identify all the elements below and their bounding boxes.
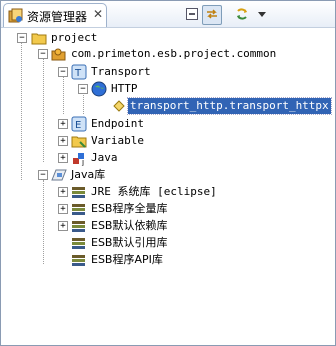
tree-node-esb-dep-lib[interactable]: + ESB默认依赖库: [1, 218, 335, 234]
tree-node-label: Endpoint: [91, 117, 144, 130]
java-icon: J: [71, 150, 87, 167]
expand-toggle[interactable]: +: [58, 204, 68, 214]
svg-text:J: J: [81, 159, 84, 166]
tree-node-label: ESB程序API库: [91, 253, 163, 266]
tree-node-http[interactable]: − HTTP: [1, 81, 335, 97]
link-with-editor-button[interactable]: [202, 5, 222, 25]
selected-node-label: transport_http.transport_httpx: [127, 97, 332, 115]
diamond-icon: [111, 98, 127, 114]
globe-icon: [91, 81, 107, 97]
sync-icon: [235, 7, 249, 24]
tree-node-label: com.primeton.esb.project.common: [71, 47, 277, 60]
view-menu-icon: [255, 7, 269, 24]
tree-node-package[interactable]: − com.primeton.esb.project.common: [1, 46, 335, 62]
tree-node-label: HTTP: [111, 82, 138, 95]
collapse-all-icon: [185, 7, 199, 24]
tree-node-transport[interactable]: − T Transport: [1, 64, 335, 80]
library-icon: [51, 167, 67, 183]
tree-node-java-lib[interactable]: − Java库: [1, 167, 335, 183]
collapse-all-button[interactable]: [182, 5, 202, 25]
view-menu-button[interactable]: [252, 5, 272, 25]
jar-library-icon: [71, 201, 87, 217]
tab-title: 资源管理器: [27, 10, 88, 24]
explorer-panel: 资源管理器 ✕ − project − com.primeton.esb.pro…: [0, 0, 336, 346]
expand-toggle[interactable]: +: [58, 136, 68, 146]
svg-text:T: T: [74, 68, 82, 79]
jar-library-icon: [71, 184, 87, 200]
tree-node-label: JRE 系统库 [eclipse]: [91, 185, 217, 198]
tree-node-label: Java: [91, 151, 118, 164]
tree-node-label: ESB默认依赖库: [91, 219, 168, 232]
link-with-editor-icon: [205, 7, 219, 24]
tree-node-project[interactable]: − project: [1, 30, 335, 46]
collapse-toggle[interactable]: −: [38, 49, 48, 59]
view-title-bar: 资源管理器 ✕: [1, 1, 335, 28]
tree-node-esb-api-lib[interactable]: ESB程序API库: [1, 252, 335, 268]
expand-toggle[interactable]: +: [58, 119, 68, 129]
svg-text:E: E: [75, 120, 81, 131]
tree-node-java[interactable]: + J Java: [1, 150, 335, 167]
explorer-view-icon: [8, 8, 24, 24]
project-folder-icon: [31, 30, 47, 46]
jar-library-icon: [71, 235, 87, 251]
collapse-toggle[interactable]: −: [58, 67, 68, 77]
endpoint-icon: E: [71, 116, 87, 132]
tree-node-label: project: [51, 31, 98, 44]
explorer-tab[interactable]: 资源管理器 ✕: [3, 3, 107, 27]
collapse-toggle[interactable]: −: [38, 170, 48, 180]
expand-toggle[interactable]: +: [58, 221, 68, 231]
expand-toggle[interactable]: +: [58, 153, 68, 163]
tree-node-esb-ref-lib[interactable]: ESB默认引用库: [1, 235, 335, 251]
tree-node-label: ESB默认引用库: [91, 236, 168, 249]
folder-icon: [71, 133, 87, 149]
tree-node-endpoint[interactable]: + E Endpoint: [1, 116, 335, 132]
transport-icon: T: [71, 64, 87, 80]
tree-node-label: Transport: [91, 65, 151, 78]
tree-node-jre-lib[interactable]: + JRE 系统库 [eclipse]: [1, 184, 335, 200]
jar-library-icon: [71, 218, 87, 234]
collapse-toggle[interactable]: −: [78, 84, 88, 94]
module-icon: [51, 46, 67, 62]
sync-button[interactable]: [232, 5, 252, 25]
tree-node-label: ESB程序全量库: [91, 202, 168, 215]
collapse-toggle[interactable]: −: [17, 33, 27, 43]
tree-node-label: Variable: [91, 134, 144, 147]
tree-node-label: Java库: [71, 168, 106, 181]
jar-library-icon: [71, 252, 87, 268]
tree-node-variable[interactable]: + Variable: [1, 133, 335, 149]
tree-node-esb-full-lib[interactable]: + ESB程序全量库: [1, 201, 335, 217]
expand-toggle[interactable]: +: [58, 187, 68, 197]
close-icon[interactable]: ✕: [93, 7, 103, 21]
tree-node-transport-item[interactable]: transport_http.transport_httpx: [1, 97, 335, 115]
